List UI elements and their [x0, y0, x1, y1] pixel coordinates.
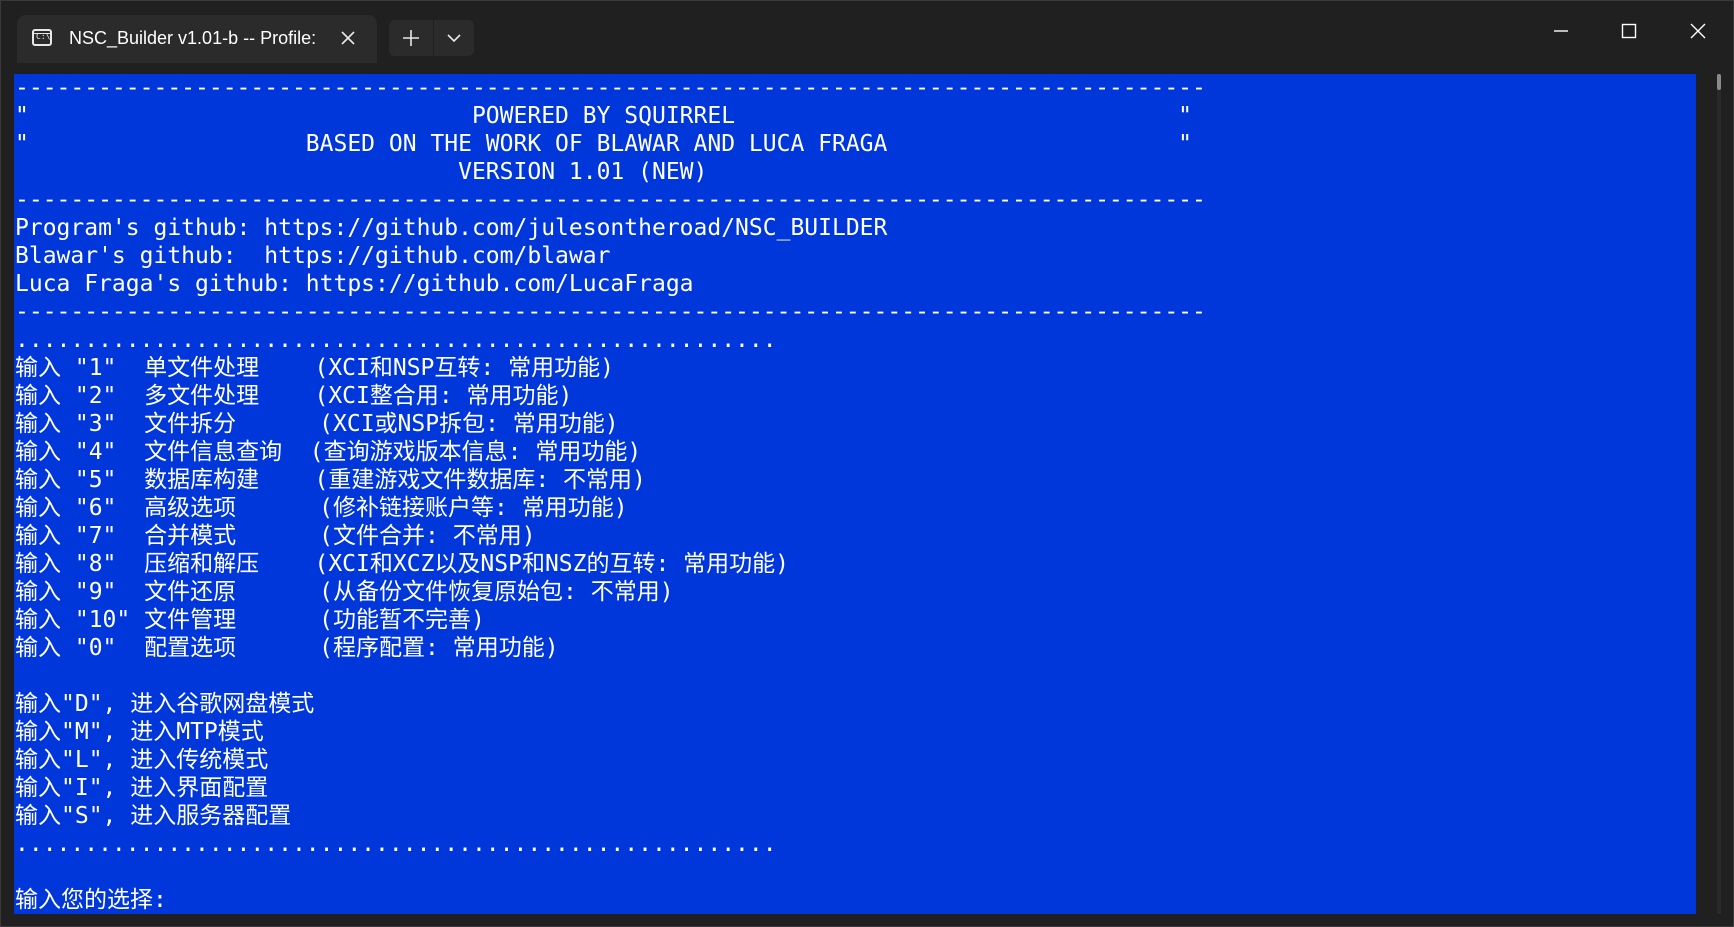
console-line: ........................................… — [15, 831, 777, 857]
console-line: 输入 "1" 单文件处理 (XCI和NSP互转: 常用功能) — [15, 355, 614, 381]
console-line: 输入 "8" 压缩和解压 (XCI和XCZ以及NSP和NSZ的互转: 常用功能) — [15, 551, 790, 577]
minimize-button[interactable] — [1538, 13, 1584, 49]
terminal-icon: C:\ — [32, 29, 52, 46]
console-line: 输入"S", 进入服务器配置 — [15, 803, 292, 829]
terminal-window: C:\ NSC_Builder v1.01-b -- Profile: ----… — [0, 0, 1734, 927]
maximize-button[interactable] — [1606, 13, 1652, 49]
console-line: ----------------------------------------… — [15, 75, 1206, 101]
console-line: Program's github: https://github.com/jul… — [15, 215, 888, 241]
console-line: 输入"D", 进入谷歌网盘模式 — [15, 691, 315, 717]
console-line: ........................................… — [15, 327, 777, 353]
console-line: 输入"L", 进入传统模式 — [15, 747, 269, 773]
console-line: 输入 "4" 文件信息查询 (查询游戏版本信息: 常用功能) — [15, 439, 642, 465]
console-line: ----------------------------------------… — [15, 187, 1206, 213]
plus-icon — [403, 30, 419, 46]
chevron-down-icon — [447, 34, 461, 43]
scrollbar-track[interactable] — [1717, 74, 1721, 914]
tab-title: NSC_Builder v1.01-b -- Profile: — [69, 28, 317, 48]
console-line: " POWERED BY SQUIRREL " — [15, 103, 1193, 129]
console-line: 输入 "6" 高级选项 (修补链接账户等: 常用功能) — [15, 495, 628, 521]
console-line: ----------------------------------------… — [15, 299, 1206, 325]
scrollbar-thumb[interactable] — [1717, 74, 1721, 90]
close-icon — [341, 31, 355, 45]
console-line: 输入 "3" 文件拆分 (XCI或NSP拆包: 常用功能) — [15, 411, 619, 437]
console-line: 输入 "0" 配置选项 (程序配置: 常用功能) — [15, 635, 559, 661]
console-line: 输入 "5" 数据库构建 (重建游戏文件数据库: 不常用) — [15, 467, 646, 493]
console-line: VERSION 1.01 (NEW) — [15, 159, 708, 185]
console-line: " BASED ON THE WORK OF BLAWAR AND LUCA F… — [15, 131, 1193, 157]
title-bar[interactable]: C:\ NSC_Builder v1.01-b -- Profile: — [1, 1, 1733, 63]
tab-dropdown-button[interactable] — [434, 20, 474, 56]
maximize-icon — [1621, 23, 1637, 39]
console-text: ----------------------------------------… — [15, 74, 1206, 914]
close-icon — [1690, 23, 1706, 39]
tab-nsc-builder[interactable]: C:\ NSC_Builder v1.01-b -- Profile: — [17, 15, 377, 63]
minimize-icon — [1554, 30, 1568, 32]
console-output[interactable]: ----------------------------------------… — [14, 74, 1696, 914]
console-line: 输入 "9" 文件还原 (从备份文件恢复原始包: 不常用) — [15, 579, 674, 605]
console-line: 输入 "7" 合并模式 (文件合并: 不常用) — [15, 523, 536, 549]
close-window-button[interactable] — [1675, 13, 1721, 49]
console-line: Blawar's github: https://github.com/blaw… — [15, 243, 611, 269]
console-line: 输入 "10" 文件管理 (功能暂不完善) — [15, 607, 485, 633]
console-line: 输入您的选择: — [15, 887, 167, 913]
console-line: 输入"I", 进入界面配置 — [15, 775, 269, 801]
console-line: 输入 "2" 多文件处理 (XCI整合用: 常用功能) — [15, 383, 573, 409]
console-line: 输入"M", 进入MTP模式 — [15, 719, 264, 745]
new-tab-button[interactable] — [389, 20, 433, 56]
console-line: Luca Fraga's github: https://github.com/… — [15, 271, 694, 297]
close-tab-button[interactable] — [335, 25, 361, 51]
